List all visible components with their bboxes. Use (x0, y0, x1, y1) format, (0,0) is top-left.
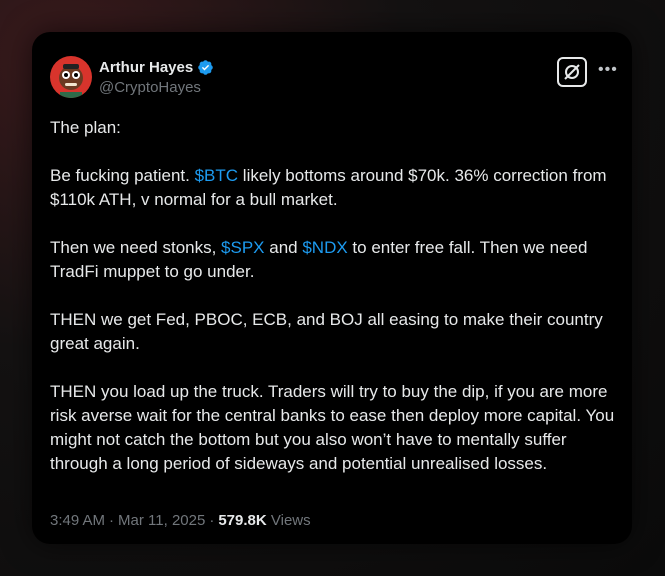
separator-dot: · (209, 512, 215, 529)
tweet-paragraph-2: Be fucking patient. $BTC likely bottoms … (50, 164, 615, 212)
tweet-time-link[interactable]: 3:49 AM (50, 512, 105, 529)
author-name[interactable]: Arthur Hayes (99, 59, 193, 76)
author-handle[interactable]: @CryptoHayes (99, 79, 201, 96)
avatar[interactable] (50, 56, 92, 98)
text-segment: Then we need stonks, (50, 238, 222, 257)
views-label: Views (270, 512, 311, 529)
cashtag-spx-link[interactable]: $SPX (221, 238, 264, 257)
verified-badge-icon (197, 59, 214, 76)
cashtag-btc-link[interactable]: $BTC (195, 166, 238, 185)
tweet-text: The plan: Be fucking patient. $BTC likel… (50, 116, 615, 476)
more-icon[interactable]: ••• (598, 62, 618, 78)
tweet-meta: 3:49 AM · Mar 11, 2025 · 579.8K Views (50, 512, 311, 529)
author-row: Arthur Hayes (99, 59, 214, 76)
tweet-paragraph-4: THEN we get Fed, PBOC, ECB, and BOJ all … (50, 310, 603, 353)
cashtag-ndx-link[interactable]: $NDX (302, 238, 347, 257)
text-segment: Be fucking patient. (50, 166, 195, 185)
text-segment: and (264, 238, 303, 257)
tweet-paragraph-3: Then we need stonks, $SPX and $NDX to en… (50, 236, 615, 284)
views-count[interactable]: 579.8K (218, 512, 266, 529)
tweet-paragraph-1: The plan: (50, 118, 121, 137)
tweet-date-link[interactable]: Mar 11, 2025 (118, 512, 205, 529)
separator-dot: · (109, 512, 115, 529)
grok-icon[interactable] (557, 57, 587, 87)
tweet-paragraph-5: THEN you load up the truck. Traders will… (50, 382, 615, 473)
tweet-card: Arthur Hayes @CryptoHayes ••• The plan: … (32, 32, 632, 544)
